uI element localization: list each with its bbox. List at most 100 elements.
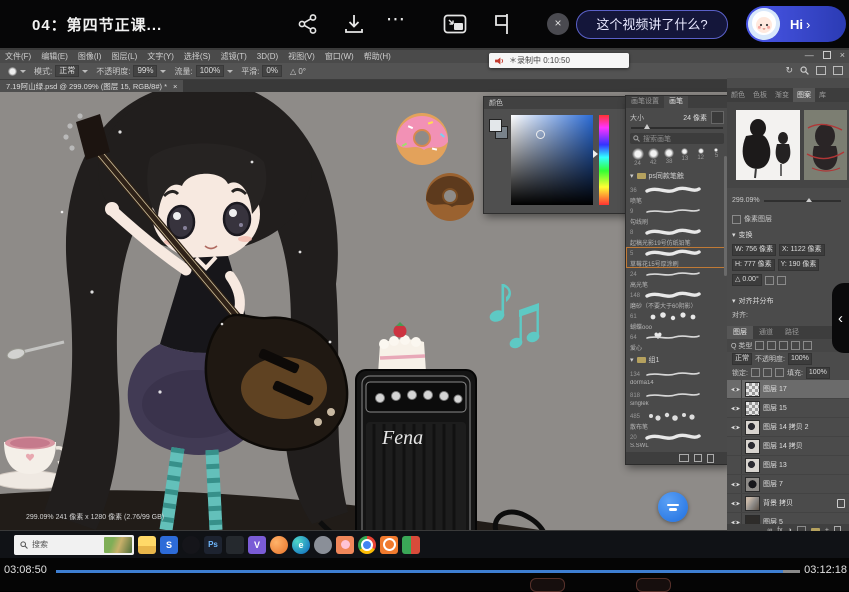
reference-thumb-1[interactable] [736,110,800,180]
color-panel-header[interactable]: 颜色 [484,97,631,109]
layer-opacity-value[interactable]: 100% [788,353,812,365]
brush-preset[interactable]: 38 [663,148,676,167]
restore-icon[interactable] [823,51,831,59]
flow-value[interactable]: 100% [196,65,224,77]
eye-icon[interactable] [731,424,740,431]
navigator-zoom-value[interactable]: 299.09% [732,197,760,204]
menu-edit[interactable]: 编辑(E) [36,51,73,62]
hue-slider-thumb[interactable] [593,150,598,158]
eye-toggle-empty[interactable] [729,456,742,474]
flag-icon[interactable] [492,13,512,35]
lock-all-icon[interactable] [775,368,784,377]
flip-h-icon[interactable] [765,276,774,285]
blend-mode-select[interactable]: 正常 [732,353,752,365]
filter-pixel-icon[interactable] [755,341,764,350]
minimize-icon[interactable]: — [805,50,814,60]
taskbar-app-pink-icon[interactable] [341,540,350,549]
share-icon[interactable] [297,13,319,35]
filter-type-label[interactable]: Q 类型 [731,341,752,351]
layer-thumbnail[interactable] [745,496,760,511]
monitor-icon[interactable] [833,66,843,75]
new-brush-icon[interactable] [694,454,702,462]
taskbar-explorer-icon[interactable] [138,536,156,554]
tab-swatches[interactable]: 色板 [749,88,771,102]
eye-toggle-empty[interactable] [729,437,742,455]
taskbar-app-orange-icon[interactable] [270,536,288,554]
tab-paths[interactable]: 路径 [779,326,805,339]
menu-select[interactable]: 选择(S) [179,51,216,62]
brush-item[interactable]: 61 蝴蝶ooo [626,310,728,331]
brush-item[interactable]: 20 S.SWL [626,431,728,452]
layer-thumbnail[interactable] [745,382,760,397]
new-group-icon[interactable] [679,454,689,462]
tab-color[interactable]: 颜色 [727,88,749,102]
size-value[interactable]: 24 像素 [683,113,707,123]
chat-bubble-button[interactable] [658,492,688,522]
menu-view[interactable]: 视图(V) [283,51,320,62]
search-highlight-image[interactable] [104,537,132,553]
mode-select[interactable]: 正常 [55,65,79,77]
menu-layer[interactable]: 图层(L) [106,51,142,62]
y-field[interactable]: Y: 190 像素 [778,259,820,271]
layer-row[interactable]: 背景 拷贝 [727,494,849,513]
brush-preset-icon[interactable] [8,67,17,76]
brush-search[interactable]: 搜索画笔 [630,133,724,144]
brush-item[interactable]: 9 勾线刷 [626,205,728,226]
more-icon[interactable]: ⋯ [386,8,406,31]
x-field[interactable]: X: 1122 像素 [779,244,825,256]
width-field[interactable]: W: 756 像素 [732,244,776,256]
ai-assistant-button[interactable]: Hi › [746,6,846,42]
brush-item-selected[interactable]: 5 草莓花15号厚涂刷 [626,247,728,268]
brush-item[interactable]: 485 散布笔 [626,410,728,431]
layer-row[interactable]: 图层 13 [727,456,849,475]
fill-value[interactable]: 100% [806,367,830,379]
trash-icon[interactable] [707,454,714,463]
menu-3d[interactable]: 3D(D) [252,52,283,61]
layer-row[interactable]: 图层 15 [727,399,849,418]
brush-preset[interactable]: 5 [710,148,723,167]
transform-section-header[interactable]: ▾ 变换 [727,230,849,240]
taskbar-chrome-icon[interactable] [361,539,373,551]
brush-item[interactable]: 8 起稿光影19号仿纸铅笔 [626,226,728,247]
brush-size-slider[interactable] [631,127,723,129]
taskbar-v-app-icon[interactable]: V [248,536,266,554]
progress-bar-filled[interactable] [56,570,783,573]
menu-file[interactable]: 文件(F) [0,51,36,62]
filter-shape-icon[interactable] [791,341,800,350]
menu-help[interactable]: 帮助(H) [359,51,396,62]
tab-libraries[interactable]: 库 [815,88,830,102]
menu-window[interactable]: 窗口(W) [320,51,359,62]
tab-brushes[interactable]: 画笔 [664,96,688,108]
download-icon[interactable] [343,13,365,35]
taskbar-wps-icon[interactable] [402,536,420,554]
filter-smart-icon[interactable] [803,341,812,350]
lock-position-icon[interactable] [763,368,772,377]
color-cursor[interactable] [536,130,545,139]
brush-item[interactable]: 134 dorma14 [626,368,728,389]
brush-item[interactable]: 818 singlek [626,389,728,410]
eye-icon[interactable] [731,481,740,488]
layer-thumbnail[interactable] [745,401,760,416]
taskbar-photoshop-icon[interactable]: Ps [204,536,222,554]
tab-brush-settings[interactable]: 画笔设置 [626,96,664,108]
smoothing-value[interactable]: 0% [262,65,282,77]
flip-v-icon[interactable] [777,276,786,285]
brush-group-header[interactable]: ▾ 组1 [626,352,728,368]
reference-thumb-2[interactable] [804,110,847,180]
filter-adjustment-icon[interactable] [767,341,776,350]
slider-thumb[interactable] [644,124,650,129]
filter-text-icon[interactable] [779,341,788,350]
taskbar-cctalk-icon[interactable] [383,538,396,551]
brush-preview-toggle[interactable] [711,111,724,124]
search-icon[interactable] [800,66,809,75]
layer-thumbnail[interactable] [745,515,760,525]
taskbar-search-box[interactable]: 搜索 [14,535,134,555]
workspace-icon[interactable] [816,66,826,75]
navigator-zoom-slider[interactable] [764,200,841,202]
brush-preset[interactable]: 24 [631,148,644,167]
layer-row[interactable]: 图层 7 [727,475,849,494]
tab-patterns[interactable]: 图案 [793,88,815,102]
taskbar-edge-icon[interactable]: e [292,536,310,554]
slider-thumb[interactable] [806,198,812,202]
layer-row[interactable]: 图层 14 拷贝 2 [727,418,849,437]
